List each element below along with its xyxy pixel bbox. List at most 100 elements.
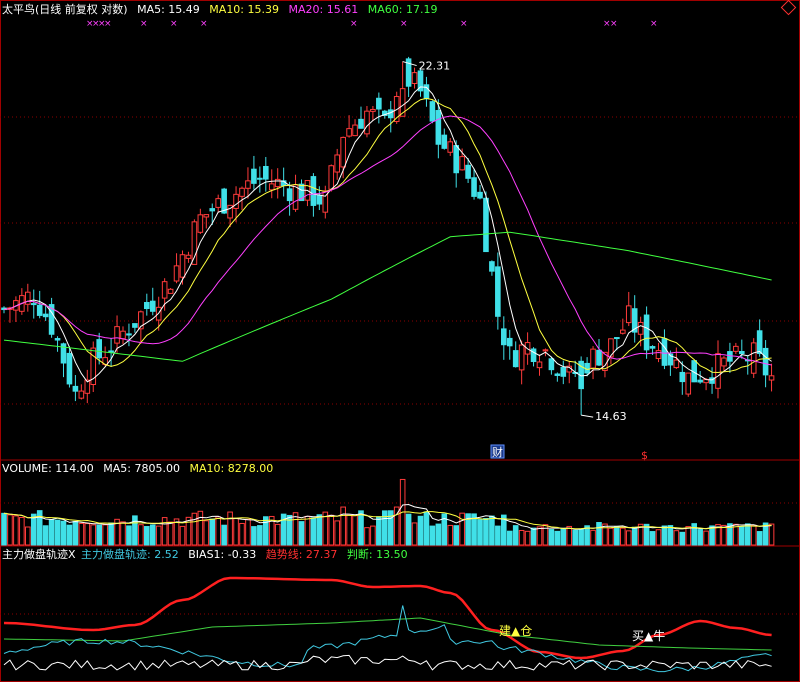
candle-body (596, 349, 602, 366)
volume-bar (48, 519, 55, 546)
signal-x-mark-7: × (350, 19, 358, 29)
volume-bar (30, 513, 37, 546)
candle-body (554, 373, 561, 376)
volume-bar (25, 526, 31, 546)
candle-body (370, 108, 376, 112)
volume-bar (102, 524, 108, 546)
candle-body (441, 134, 448, 149)
candle-body (590, 348, 596, 369)
candle-body (72, 385, 79, 392)
volume-bar (542, 524, 549, 546)
volume-bar (138, 524, 144, 546)
volume-bar (251, 526, 257, 546)
signal-x-mark-3: × (104, 19, 112, 29)
volume-bar (578, 528, 584, 546)
candle-body (518, 344, 525, 371)
candle-body (620, 329, 626, 334)
stock-chart: 22.3114.63×××× × × × × × × × × ×财 $建▲仓 买▲牛 (0, 0, 800, 682)
candle-body (762, 347, 769, 376)
volume-bar (620, 527, 626, 546)
candle-body (750, 342, 757, 374)
build-position-label: 建▲仓 (499, 624, 532, 638)
volume-bar (625, 530, 632, 546)
candle-body (149, 300, 156, 312)
price-legend: 太平鸟(日线 前复权 对数) MA5: 15.49 MA10: 15.39 MA… (2, 3, 443, 17)
volume-bar (750, 524, 757, 546)
volume-bar (274, 523, 281, 546)
candle-body (316, 194, 323, 205)
volume-bar (655, 529, 662, 546)
volume-bar (292, 512, 299, 546)
candle-body (245, 180, 251, 189)
candle-body (215, 198, 221, 208)
trend-legend: 趋势线: 27.37 (265, 548, 338, 561)
candle-body (756, 330, 763, 355)
volume-bar (685, 526, 692, 546)
candle-body (768, 375, 775, 381)
candle-body (435, 110, 442, 145)
volume-bar (614, 526, 620, 546)
bias-line (3, 654, 772, 671)
candle-body (66, 352, 73, 385)
candle-body (483, 197, 489, 253)
volume-bar (697, 529, 703, 546)
candle-body (42, 313, 49, 318)
volume-bar (239, 522, 245, 546)
candle-body (643, 314, 650, 351)
candle-body (96, 339, 103, 359)
volume-bar (227, 511, 233, 546)
volume-bar (233, 518, 239, 546)
candle-body (179, 254, 186, 278)
dollar-marker: $ (641, 449, 648, 462)
volume-bar (328, 514, 335, 546)
volume-bar (191, 512, 198, 546)
candle-body (364, 110, 370, 135)
volume-bar (554, 530, 561, 546)
candle-body (310, 176, 317, 206)
judge-legend: 判断: 13.50 (346, 548, 408, 561)
volume-bar (631, 526, 638, 546)
candle-body (548, 358, 555, 371)
volume-bar (483, 518, 489, 546)
indicator-legend: 主力做盘轨迹X 主力做盘轨迹: 2.52 BIAS1: -0.33 趋势线: 2… (2, 548, 414, 562)
volume-bar (495, 525, 501, 546)
volume-bar (144, 526, 150, 546)
volume-bar (506, 530, 513, 546)
volume-bar (78, 522, 85, 546)
volume-bar (530, 527, 537, 546)
candle-body (263, 165, 269, 180)
volume-bar (560, 527, 567, 546)
candle-body (429, 101, 436, 122)
candle-body (733, 345, 739, 352)
volume-bar (19, 516, 25, 546)
volume-bar (66, 524, 73, 546)
bias-legend: BIAS1: -0.33 (188, 548, 257, 561)
volume-bar (709, 525, 715, 546)
candle-body (203, 214, 210, 218)
volume-bar (512, 525, 519, 546)
volume-bar (548, 529, 555, 546)
volume-bar (453, 525, 459, 546)
volume-bar (673, 530, 680, 546)
volume-bar (60, 520, 67, 546)
signal-x-mark-8: × (400, 19, 408, 29)
volume-bar (7, 514, 13, 546)
volume-bar (203, 520, 210, 546)
signal-x-mark-12: × (650, 19, 658, 29)
volume-bar (13, 515, 19, 546)
candle-body (495, 266, 501, 317)
volume-bar (667, 525, 674, 546)
signal-x-mark-6: × (200, 19, 208, 29)
volume-bar (197, 510, 204, 546)
candle-body (506, 337, 513, 347)
volume-bar (411, 522, 418, 546)
cai-badge-label: 财 (492, 445, 503, 459)
ma10-legend: MA10: 15.39 (209, 3, 280, 16)
candle-body (120, 330, 126, 340)
volume-bar (489, 515, 495, 546)
candle-body (25, 291, 31, 305)
candle-body (512, 350, 519, 368)
volume-bar (161, 517, 168, 546)
candle-body (352, 124, 358, 137)
candle-body (471, 177, 477, 197)
